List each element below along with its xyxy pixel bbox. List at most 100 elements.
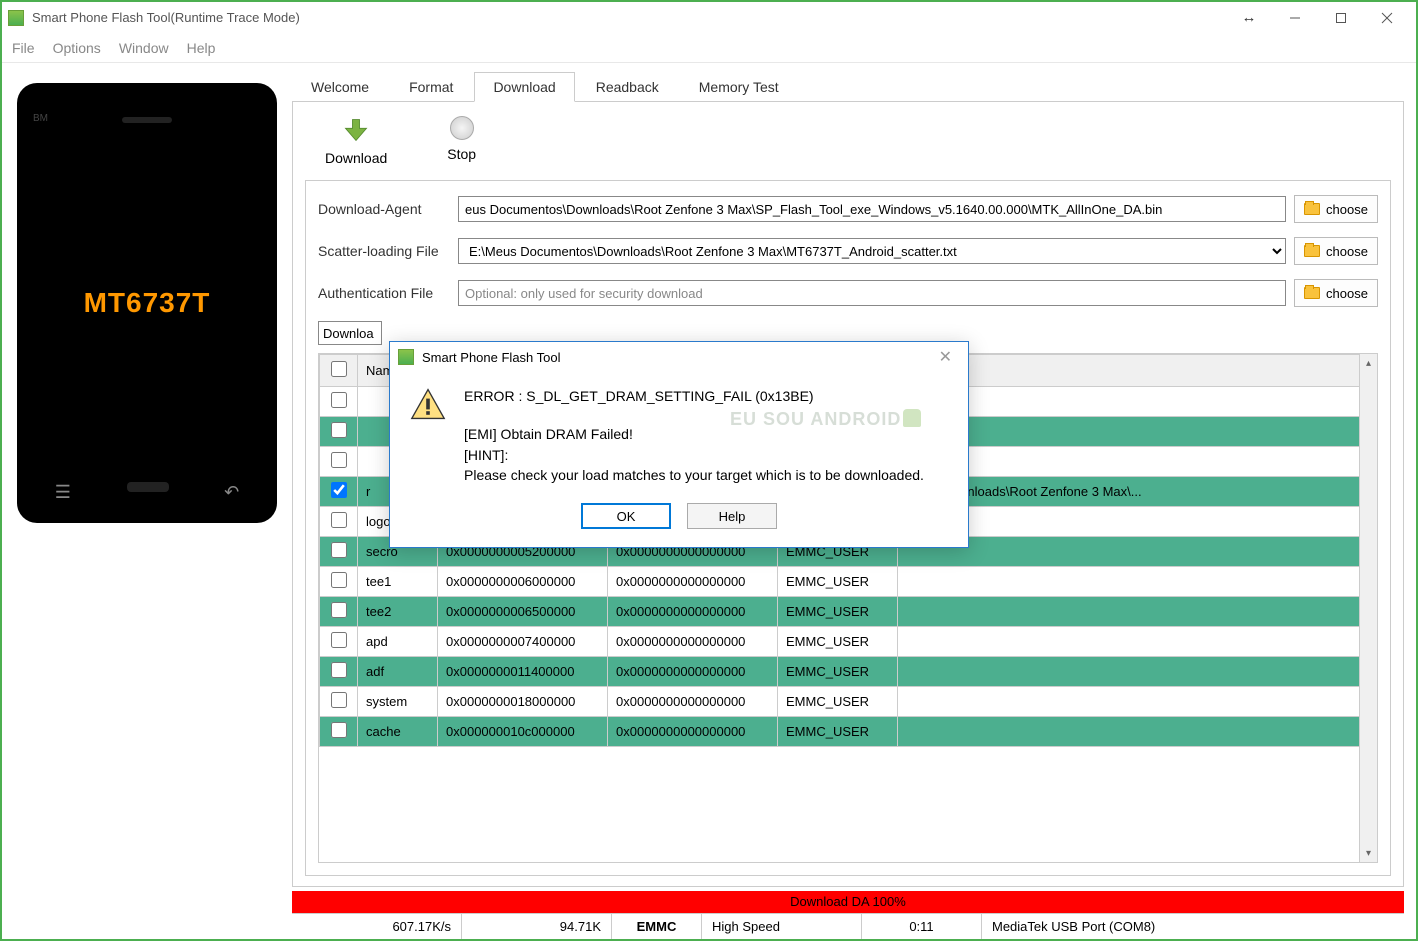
tab-memory-test[interactable]: Memory Test	[680, 72, 798, 102]
row-checkbox[interactable]	[331, 692, 347, 708]
dialog-ok-button[interactable]: OK	[581, 503, 671, 529]
cell-location: entos\Downloads\Root Zenfone 3 Max\...	[898, 477, 1377, 507]
cell-location	[898, 687, 1377, 717]
auth-file-row: Authentication File choose	[318, 279, 1378, 307]
download-mode-select[interactable]	[318, 321, 382, 345]
cell-begin: 0x0000000007400000	[438, 627, 608, 657]
row-checkbox[interactable]	[331, 662, 347, 678]
folder-icon	[1304, 287, 1320, 299]
menu-options[interactable]: Options	[53, 40, 101, 56]
scroll-down-icon[interactable]: ▾	[1360, 844, 1377, 862]
cell-region: EMMC_USER	[778, 687, 898, 717]
table-row[interactable]: system0x00000000180000000x00000000000000…	[320, 687, 1377, 717]
table-row[interactable]: adf0x00000000114000000x0000000000000000E…	[320, 657, 1377, 687]
window-title: Smart Phone Flash Tool(Runtime Trace Mod…	[32, 10, 1226, 25]
status-speed: 607.17K/s	[292, 914, 462, 939]
resize-horizontal-icon[interactable]: ↔	[1226, 3, 1272, 33]
header-location: Location	[898, 355, 1377, 387]
table-row[interactable]: apd0x00000000074000000x0000000000000000E…	[320, 627, 1377, 657]
row-checkbox[interactable]	[331, 632, 347, 648]
tab-format[interactable]: Format	[390, 72, 472, 102]
download-agent-input[interactable]	[458, 196, 1286, 222]
menu-window[interactable]: Window	[119, 40, 169, 56]
dialog-error-title: ERROR : S_DL_GET_DRAM_SETTING_FAIL (0x13…	[464, 386, 924, 406]
scroll-up-icon[interactable]: ▴	[1360, 354, 1377, 372]
maximize-button[interactable]	[1318, 3, 1364, 33]
choose-auth-button[interactable]: choose	[1294, 279, 1378, 307]
tab-download[interactable]: Download	[474, 72, 574, 102]
cell-begin: 0x0000000006000000	[438, 567, 608, 597]
cell-end: 0x0000000000000000	[608, 597, 778, 627]
row-checkbox[interactable]	[331, 722, 347, 738]
dialog-title: Smart Phone Flash Tool	[422, 350, 561, 365]
folder-icon	[1304, 245, 1320, 257]
table-row[interactable]: tee10x00000000060000000x0000000000000000…	[320, 567, 1377, 597]
status-bar: 607.17K/s 94.71K EMMC High Speed 0:11 Me…	[292, 913, 1404, 939]
minimize-button[interactable]	[1272, 3, 1318, 33]
dialog-buttons: OK Help	[390, 503, 968, 547]
cell-region: EMMC_USER	[778, 597, 898, 627]
row-checkbox[interactable]	[331, 572, 347, 588]
row-checkbox[interactable]	[331, 422, 347, 438]
cell-location	[898, 597, 1377, 627]
cell-location	[898, 417, 1377, 447]
stop-button[interactable]: Stop	[447, 116, 476, 166]
cell-name: tee1	[358, 567, 438, 597]
error-dialog: Smart Phone Flash Tool ✕ ERROR : S_DL_GE…	[389, 341, 969, 548]
row-checkbox[interactable]	[331, 392, 347, 408]
dialog-app-icon	[398, 349, 414, 365]
tab-readback[interactable]: Readback	[577, 72, 678, 102]
cell-begin: 0x000000010c000000	[438, 717, 608, 747]
phone-bm-label: BM	[33, 113, 48, 124]
row-checkbox[interactable]	[331, 482, 347, 498]
choose-scatter-button[interactable]: choose	[1294, 237, 1378, 265]
stop-button-label: Stop	[447, 146, 476, 162]
dialog-help-button[interactable]: Help	[687, 503, 777, 529]
vertical-scrollbar[interactable]: ▴ ▾	[1359, 354, 1377, 862]
sidebar: BM MT6737T ☰ ↶	[2, 63, 292, 887]
close-button[interactable]	[1364, 3, 1410, 33]
choose-da-button[interactable]: choose	[1294, 195, 1378, 223]
menu-help[interactable]: Help	[187, 40, 216, 56]
table-row[interactable]: tee20x00000000065000000x0000000000000000…	[320, 597, 1377, 627]
dialog-close-button[interactable]: ✕	[931, 347, 960, 367]
phone-back-icon: ↶	[224, 482, 239, 503]
title-bar: Smart Phone Flash Tool(Runtime Trace Mod…	[2, 2, 1416, 33]
row-checkbox[interactable]	[331, 542, 347, 558]
scatter-file-input[interactable]: E:\Meus Documentos\Downloads\Root Zenfon…	[458, 238, 1286, 264]
phone-home-icon	[127, 482, 169, 492]
cell-name: tee2	[358, 597, 438, 627]
cell-end: 0x0000000000000000	[608, 657, 778, 687]
phone-screen: MT6737T	[27, 141, 267, 464]
status-port: MediaTek USB Port (COM8)	[982, 914, 1404, 939]
tab-welcome[interactable]: Welcome	[292, 72, 388, 102]
toolbar: Download Stop	[305, 112, 1391, 180]
dialog-title-bar[interactable]: Smart Phone Flash Tool ✕	[390, 342, 968, 372]
row-checkbox[interactable]	[331, 452, 347, 468]
cell-location	[898, 387, 1377, 417]
menu-file[interactable]: File	[12, 40, 35, 56]
row-checkbox[interactable]	[331, 602, 347, 618]
cell-begin: 0x0000000006500000	[438, 597, 608, 627]
phone-speaker	[122, 117, 172, 123]
cell-location	[898, 657, 1377, 687]
cell-name: system	[358, 687, 438, 717]
tab-bar: Welcome Format Download Readback Memory …	[292, 71, 1404, 102]
stop-icon	[450, 116, 474, 140]
download-arrow-icon	[342, 116, 370, 144]
warning-icon	[410, 386, 446, 422]
cell-region: EMMC_USER	[778, 657, 898, 687]
cell-location	[898, 567, 1377, 597]
row-checkbox[interactable]	[331, 512, 347, 528]
header-checkbox[interactable]	[320, 355, 358, 387]
download-button[interactable]: Download	[325, 116, 387, 166]
table-row[interactable]: cache0x000000010c0000000x000000000000000…	[320, 717, 1377, 747]
status-bytes: 94.71K	[462, 914, 612, 939]
auth-file-input[interactable]	[458, 280, 1286, 306]
cell-begin: 0x0000000018000000	[438, 687, 608, 717]
cell-region: EMMC_USER	[778, 627, 898, 657]
cell-region: EMMC_USER	[778, 567, 898, 597]
menu-bar: File Options Window Help	[2, 33, 1416, 63]
cell-end: 0x0000000000000000	[608, 717, 778, 747]
cell-end: 0x0000000000000000	[608, 567, 778, 597]
